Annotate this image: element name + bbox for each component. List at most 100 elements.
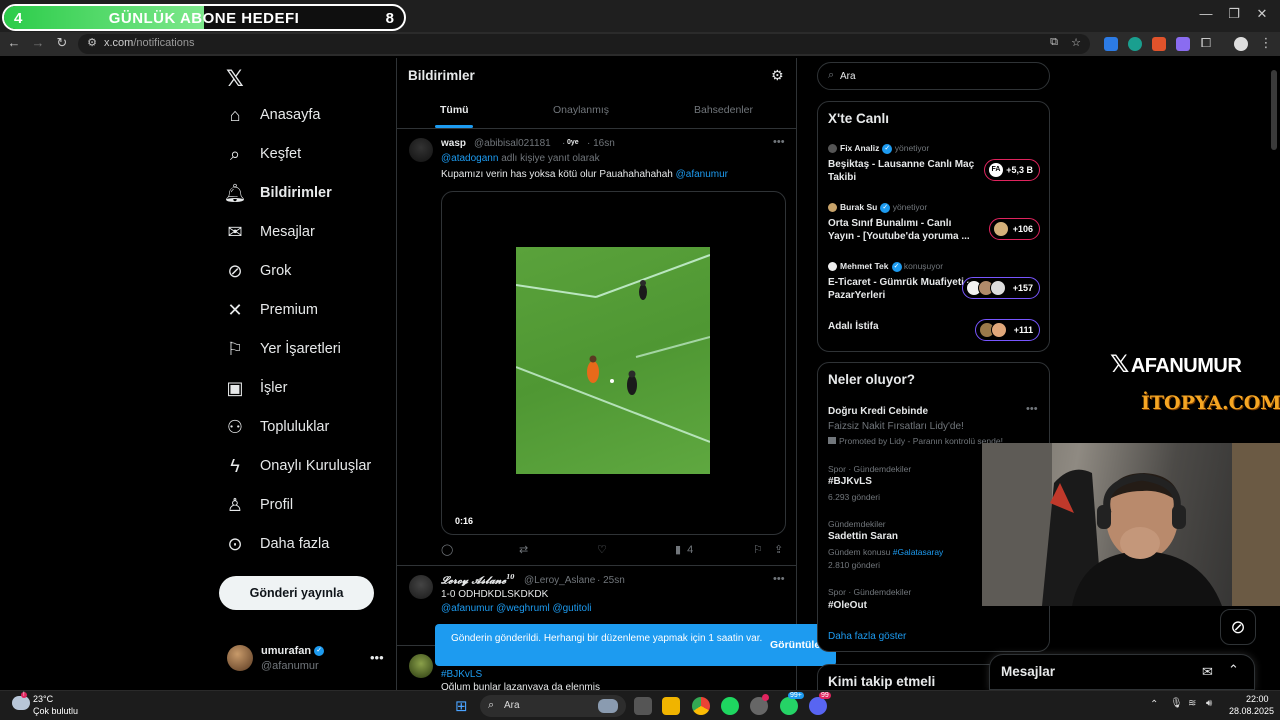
grok-floating-button[interactable]: ⊘ — [1220, 609, 1256, 645]
live-listeners-pill[interactable]: +106 — [989, 218, 1040, 240]
address-bar[interactable]: ⚙ x.com/notifications ⧉ ☆ — [78, 34, 1090, 54]
spotify-icon[interactable] — [721, 697, 739, 715]
tweet-avatar[interactable] — [409, 654, 433, 678]
volume-icon[interactable]: 🔊︎ — [1206, 698, 1212, 709]
show-more-link[interactable]: Daha fazla göster — [828, 631, 906, 642]
nav-item-messages[interactable]: ✉ Mesajlar — [224, 217, 394, 247]
bookmark-star-icon[interactable]: ☆ — [1068, 36, 1084, 49]
weather-description[interactable]: Çok bulutlu — [33, 706, 78, 716]
clock-date[interactable]: 28.08.2025 — [1229, 706, 1274, 716]
nav-item-notifications[interactable]: 🔔︎ Bildirimler — [224, 178, 394, 208]
nav-item-bookmarks[interactable]: ⚐ Yer İşaretleri — [224, 334, 394, 364]
nav-item-communities[interactable]: ⚇ Topluluklar — [224, 412, 394, 442]
tab-all[interactable]: Tümü — [440, 104, 469, 116]
like-icon[interactable]: ♡ — [597, 543, 607, 556]
discord-icon[interactable] — [809, 697, 827, 715]
nav-item-explore[interactable]: ⌕ Keşfet — [224, 139, 394, 169]
post-button[interactable]: Gönderi yayınla — [219, 576, 374, 610]
gear-icon[interactable]: ⚙ — [771, 67, 784, 84]
x-logo-icon[interactable]: 𝕏 — [226, 66, 244, 92]
live-title[interactable]: Orta Sınıf Bunalımı - Canlı Yayın - [You… — [828, 217, 978, 243]
tweet-more-icon[interactable]: ••• — [773, 136, 785, 148]
site-info-icon[interactable]: ⚙ — [84, 36, 100, 49]
nav-item-verified-orgs[interactable]: ϟ Onaylı Kuruluşlar — [224, 451, 394, 481]
close-window-icon[interactable]: ✕ — [1252, 6, 1272, 24]
maximize-icon[interactable]: ❐ — [1224, 6, 1244, 24]
live-title[interactable]: Adalı İstifa — [828, 320, 978, 333]
minimize-icon[interactable]: — — [1196, 6, 1216, 24]
tab-mentions[interactable]: Bahsedenler — [694, 104, 753, 116]
toast-view-button[interactable]: Görüntüle — [770, 639, 820, 651]
live-listeners-pill[interactable]: +111 — [975, 319, 1040, 341]
share-icon[interactable]: ⇪ — [774, 543, 783, 556]
search-input[interactable]: ⌕ Ara — [817, 62, 1050, 90]
account-more-icon[interactable]: ••• — [370, 650, 384, 665]
messages-drawer[interactable]: Mesajlar ✉ ⌃ — [989, 654, 1255, 690]
trend-name[interactable]: #BJKvLS — [828, 476, 872, 487]
reply-mention-link[interactable]: @atadogann — [441, 153, 498, 164]
new-message-icon[interactable]: ✉ — [1202, 664, 1213, 680]
tweet-more-icon[interactable]: ••• — [773, 573, 785, 585]
back-icon[interactable]: ← — [6, 35, 22, 50]
microphone-icon[interactable]: 🎙︎ — [1170, 698, 1183, 709]
whatsapp-icon[interactable] — [780, 697, 798, 715]
tab-verified[interactable]: Onaylanmış — [553, 104, 609, 116]
views-icon[interactable]: ▮ 4 — [675, 543, 693, 556]
browser-menu-icon[interactable]: ⋮ — [1258, 35, 1274, 51]
tweet-time[interactable]: · 25sn — [597, 575, 625, 586]
account-avatar[interactable] — [227, 645, 253, 671]
taskbar-search[interactable]: ⌕ Ara — [480, 695, 626, 717]
nav-item-profile[interactable]: ♙ Profil — [224, 490, 394, 520]
tweet-author-name[interactable]: wasp — [441, 138, 466, 149]
tweet-mention-link[interactable]: @afanumur — [676, 169, 728, 180]
tweet-hashtag[interactable]: #BJKvLS — [441, 669, 482, 680]
tweet-avatar[interactable] — [409, 575, 433, 599]
weather-temperature[interactable]: 23°C — [33, 694, 53, 704]
tweet-author-handle[interactable]: @Leroy_Aslane — [524, 575, 595, 586]
promo-more-icon[interactable]: ••• — [1026, 403, 1038, 415]
tweet-avatar[interactable] — [409, 138, 433, 162]
account-name[interactable]: umurafan ✓ — [261, 645, 325, 657]
bookmark-icon[interactable]: ⚐ — [753, 543, 763, 556]
extension-icon-3[interactable] — [1152, 37, 1166, 51]
live-title[interactable]: E-Ticaret - Gümrük Muafiyeti - PazarYerl… — [828, 276, 978, 302]
nav-item-home[interactable]: ⌂ Anasayfa — [224, 100, 394, 130]
profile-avatar-icon[interactable] — [1234, 37, 1248, 51]
tweet-mentions[interactable]: @afanumur @weghruml @gutitoli — [441, 603, 592, 614]
extension-icon-4[interactable] — [1176, 37, 1190, 51]
tray-chevron-icon[interactable]: ⌃ — [1150, 699, 1158, 710]
clock-time[interactable]: 22:00 — [1246, 694, 1269, 704]
trend-name[interactable]: #OleOut — [828, 600, 867, 611]
nav-item-premium[interactable]: ✕ Premium — [224, 295, 394, 325]
reply-icon[interactable]: ◯ — [441, 543, 453, 556]
live-listeners-pill[interactable]: +157 — [962, 277, 1040, 299]
page-scrollbar[interactable] — [1271, 70, 1277, 150]
cloud-weather-icon[interactable] — [12, 696, 30, 710]
live-listeners-pill[interactable]: FA +5,3 B — [984, 159, 1040, 181]
tweet-author-handle[interactable]: @abibisal021181 — [474, 138, 551, 149]
tweet-video[interactable]: 0:16 — [441, 191, 786, 535]
windows-start-icon[interactable]: ⊞ — [455, 697, 468, 715]
nav-item-more[interactable]: ⊙ Daha fazla — [224, 529, 394, 559]
nav-item-grok[interactable]: ⊘ Grok — [224, 256, 394, 286]
install-app-icon[interactable]: ⧉ — [1046, 36, 1062, 49]
chrome-icon[interactable] — [692, 697, 710, 715]
trend-topic-link[interactable]: #Galatasaray — [893, 547, 944, 557]
listener-count: +106 — [1012, 224, 1033, 234]
extensions-puzzle-icon[interactable]: ⧠ — [1198, 35, 1214, 51]
tweet-author-name[interactable]: 𝓛𝓮𝓻𝓸𝔂 𝓐𝓼𝓵𝓪𝓷𝓮10 — [441, 574, 514, 586]
extension-icon-1[interactable] — [1104, 37, 1118, 51]
extension-icon-2[interactable] — [1128, 37, 1142, 51]
forward-icon[interactable]: → — [30, 35, 46, 50]
promo-title[interactable]: Doğru Kredi Cebinde — [828, 406, 928, 417]
live-title[interactable]: Beşiktaş - Lausanne Canlı Maç Takibi — [828, 158, 978, 184]
tweet-time[interactable]: · 16sn — [587, 138, 615, 149]
trend-name[interactable]: Sadettin Saran — [828, 531, 898, 542]
retweet-icon[interactable]: ⇄ — [519, 543, 528, 556]
reload-icon[interactable]: ↻ — [54, 35, 70, 51]
collapse-chevron-icon[interactable]: ⌃ — [1228, 662, 1239, 678]
wifi-icon[interactable]: ≋ — [1188, 698, 1196, 709]
file-explorer-icon[interactable] — [662, 697, 680, 715]
nav-item-jobs[interactable]: ▣ İşler — [224, 373, 394, 403]
task-view-icon[interactable] — [634, 697, 652, 715]
